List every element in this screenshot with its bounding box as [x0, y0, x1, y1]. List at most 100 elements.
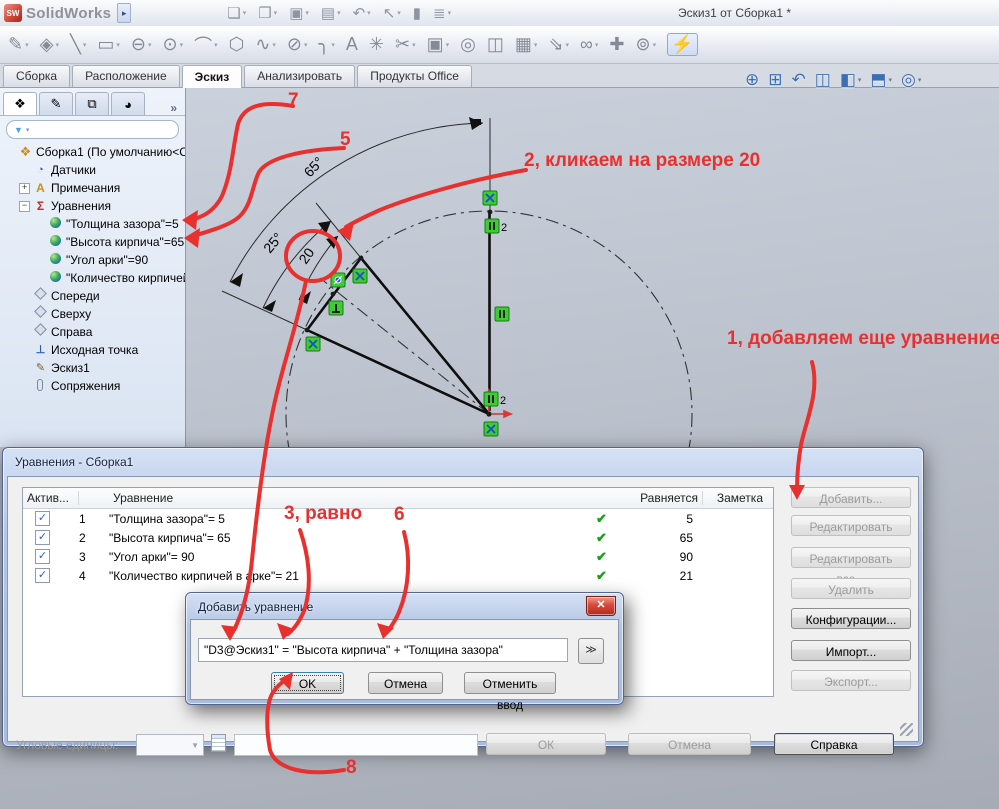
- add-equation-ok-button[interactable]: OK: [271, 672, 344, 694]
- move-relation-badge[interactable]: [483, 191, 497, 205]
- straight-slot-icon[interactable]: ⊖▾: [131, 32, 152, 58]
- dropdown-arrow-icon[interactable]: ▾: [534, 41, 538, 49]
- select-icon[interactable]: ↖▾: [383, 4, 401, 22]
- tree-item-annotations[interactable]: +AПримечания: [0, 179, 185, 197]
- tree-item-eq-gap[interactable]: "Толщина зазора"=5: [0, 215, 185, 233]
- smart-dimension-icon[interactable]: ◈▾: [40, 32, 59, 58]
- par2-relation-badge[interactable]: 2: [485, 219, 507, 234]
- displaymanager-tab[interactable]: ◕: [111, 92, 145, 115]
- dropdown-arrow-icon[interactable]: ▾: [331, 41, 335, 49]
- dropdown-arrow-icon[interactable]: ▾: [272, 41, 276, 49]
- display-relations-icon[interactable]: ∞▾: [580, 32, 598, 58]
- delete-button[interactable]: Удалить: [791, 578, 911, 599]
- tree-item-assembly[interactable]: ❖Сборка1 (По умолчанию<Сос: [0, 143, 185, 161]
- par-relation-badge[interactable]: [495, 307, 509, 321]
- dropdown-arrow-icon[interactable]: ▾: [566, 41, 570, 49]
- active-checkbox[interactable]: ✓: [35, 511, 50, 526]
- rebuild-icon[interactable]: ▮: [413, 4, 421, 22]
- dropdown-arrow-icon[interactable]: ▾: [214, 41, 218, 49]
- dropdown-arrow-icon[interactable]: ▾: [448, 9, 452, 17]
- view-orientation-icon[interactable]: ⬒▾: [870, 70, 892, 90]
- configurationmanager-tab[interactable]: ⧉: [75, 92, 109, 115]
- move-relation-badge[interactable]: [353, 269, 367, 283]
- equation-row[interactable]: ✓3"Угол арки"= 90✔90: [23, 547, 773, 566]
- trim-entities-icon[interactable]: ✂▾: [395, 32, 416, 58]
- dropdown-arrow-icon[interactable]: ▾: [304, 41, 308, 49]
- dropdown-arrow-icon[interactable]: ▾: [918, 76, 922, 84]
- comment-icon[interactable]: [211, 734, 226, 752]
- move-relation-badge[interactable]: [484, 422, 498, 436]
- tree-item-sensors[interactable]: ◔Датчики: [0, 161, 185, 179]
- view-settings-icon[interactable]: ◧▾: [840, 70, 862, 90]
- tree-item-eq-count[interactable]: "Количество кирпичей в арке"=21: [0, 269, 185, 287]
- equation-text[interactable]: "Количество кирпичей в арке"= 21: [109, 569, 586, 583]
- tree-filter-input[interactable]: ▼ ▾: [6, 120, 179, 139]
- tab-расположение[interactable]: Расположение: [72, 65, 180, 87]
- expand-icon[interactable]: +: [19, 183, 30, 194]
- configurations-button[interactable]: Конфигурации...: [791, 608, 911, 629]
- zoom-to-fit-icon[interactable]: ⊕: [745, 70, 759, 90]
- propertymanager-tab[interactable]: ✎: [39, 92, 73, 115]
- centerpoint-arc-icon[interactable]: ⌒▾: [194, 32, 218, 58]
- par2-relation-badge[interactable]: 2: [484, 392, 506, 407]
- print-icon[interactable]: ▤▾: [321, 4, 341, 22]
- dropdown-arrow-icon[interactable]: ▾: [305, 9, 309, 17]
- save-icon[interactable]: ▣▾: [289, 4, 309, 22]
- dimension-label-20[interactable]: 20: [295, 245, 317, 267]
- section-view-icon[interactable]: ◫: [815, 70, 831, 90]
- spline-icon[interactable]: ∿▾: [255, 32, 276, 58]
- equation-row[interactable]: ✓2"Высота кирпича"= 65✔65: [23, 528, 773, 547]
- menu-expand-arrow-icon[interactable]: ▸: [117, 3, 131, 23]
- add-button[interactable]: Добавить...: [791, 487, 911, 508]
- import-button[interactable]: Импорт...: [791, 640, 911, 661]
- equation-text[interactable]: "Угол арки"= 90: [109, 550, 586, 564]
- active-checkbox[interactable]: ✓: [35, 568, 50, 583]
- dropdown-arrow-icon[interactable]: ▾: [337, 9, 341, 17]
- linear-pattern-icon[interactable]: ▦▾: [515, 32, 538, 58]
- sketch-fillet-icon[interactable]: ╮▾: [319, 32, 335, 58]
- tree-item-mates[interactable]: Сопряжения: [0, 377, 185, 395]
- move-entities-icon[interactable]: ⇘▾: [548, 32, 569, 58]
- circle-icon[interactable]: ⊙▾: [162, 32, 183, 58]
- pierce-relation-badge[interactable]: [331, 273, 345, 287]
- tree-item-eq-height[interactable]: "Высота кирпича"=65: [0, 233, 185, 251]
- dimension-label-25[interactable]: 25°: [260, 229, 286, 256]
- dropdown-arrow-icon[interactable]: ▾: [397, 9, 401, 17]
- move-relation-badge[interactable]: [306, 337, 320, 351]
- equation-text[interactable]: "Высота кирпича"= 65: [109, 531, 586, 545]
- dimension-label-65[interactable]: 65°: [300, 154, 326, 180]
- dropdown-arrow-icon[interactable]: ▾: [243, 9, 247, 17]
- point-icon[interactable]: ✳: [369, 32, 384, 58]
- dimension-arc-65[interactable]: [230, 123, 483, 282]
- tree-item-front-plane[interactable]: Спереди: [0, 287, 185, 305]
- dropdown-arrow-icon[interactable]: ▾: [83, 41, 87, 49]
- dropdown-arrow-icon[interactable]: ▾: [888, 76, 892, 84]
- equation-input[interactable]: [198, 638, 568, 662]
- dropdown-arrow-icon[interactable]: ▾: [148, 41, 152, 49]
- ellipse-icon[interactable]: ⊘▾: [287, 32, 308, 58]
- resize-grip[interactable]: [900, 723, 913, 736]
- angular-units-select[interactable]: ▼: [136, 734, 204, 756]
- close-icon[interactable]: ✕: [586, 596, 616, 616]
- chevron-expand-button[interactable]: ≫: [578, 638, 604, 664]
- dropdown-arrow-icon[interactable]: ▾: [446, 41, 450, 49]
- dropdown-arrow-icon[interactable]: ▾: [858, 76, 862, 84]
- tree-item-origin[interactable]: ⊥Исходная точка: [0, 341, 185, 359]
- add-equation-undo-button[interactable]: Отменить ввод: [464, 672, 556, 694]
- chevron-down-icon[interactable]: ▾: [26, 126, 30, 134]
- undo-icon[interactable]: ↶▾: [353, 4, 371, 22]
- active-checkbox[interactable]: ✓: [35, 530, 50, 545]
- repair-sketch-icon[interactable]: ✚: [609, 32, 624, 58]
- edit-all-button[interactable]: Редактировать все...: [791, 547, 911, 568]
- dropdown-arrow-icon[interactable]: ▾: [180, 41, 184, 49]
- dropdown-arrow-icon[interactable]: ▾: [25, 41, 29, 49]
- perp-relation-badge[interactable]: [329, 301, 343, 315]
- dropdown-arrow-icon[interactable]: ▾: [412, 41, 416, 49]
- dropdown-arrow-icon[interactable]: ▾: [55, 41, 59, 49]
- tab-эскиз[interactable]: Эскиз: [182, 65, 243, 88]
- help-button[interactable]: Справка: [774, 733, 894, 755]
- edit-button[interactable]: Редактировать: [791, 515, 911, 536]
- open-document-icon[interactable]: ❐▾: [258, 4, 277, 22]
- sketch-line[interactable]: [361, 258, 489, 414]
- tree-item-eq-angle[interactable]: "Угол арки"=90: [0, 251, 185, 269]
